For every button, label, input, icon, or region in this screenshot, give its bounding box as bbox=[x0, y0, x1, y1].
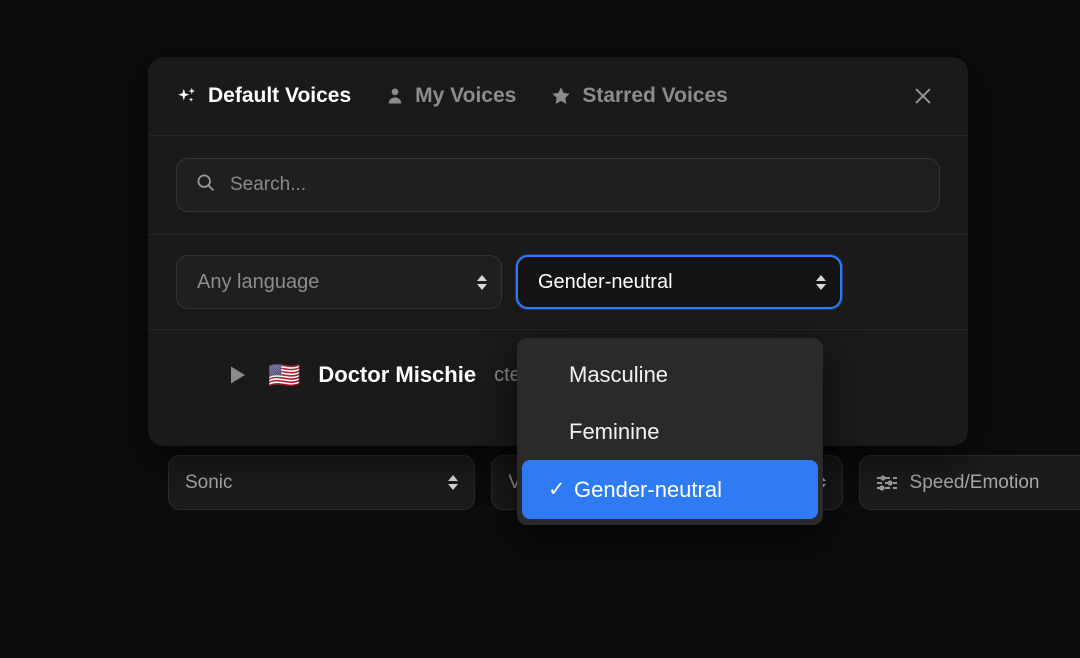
search-box[interactable] bbox=[176, 158, 940, 212]
flag-icon: 🇺🇸 bbox=[268, 362, 300, 388]
dropdown-option-label: Gender-neutral bbox=[574, 477, 722, 503]
app-background: Sonic V Speed/Emotion bbox=[0, 0, 1080, 658]
dropdown-option-gender-neutral[interactable]: ✓ Gender-neutral bbox=[522, 460, 818, 519]
stepper-icon bbox=[477, 275, 487, 290]
tab-default-voices[interactable]: Default Voices bbox=[176, 84, 351, 108]
gender-filter-select[interactable]: Gender-neutral bbox=[516, 255, 842, 309]
language-filter-select[interactable]: Any language bbox=[176, 255, 502, 309]
filter-area: Any language Gender-neutral bbox=[148, 235, 968, 330]
modal-tabbar: Default Voices My Voices Starred Vo bbox=[148, 57, 968, 136]
dropdown-option-label: Masculine bbox=[569, 362, 668, 388]
sparkles-icon bbox=[176, 85, 198, 107]
sliders-icon bbox=[876, 474, 898, 492]
tab-my-voices[interactable]: My Voices bbox=[385, 84, 516, 108]
dropdown-option-masculine[interactable]: Masculine bbox=[517, 346, 823, 403]
stepper-icon bbox=[448, 475, 458, 490]
tab-label: My Voices bbox=[415, 84, 516, 108]
gender-dropdown-menu: Masculine Feminine ✓ Gender-neutral bbox=[517, 338, 823, 525]
speed-emotion-label: Speed/Emotion bbox=[910, 472, 1040, 494]
speed-emotion-button[interactable]: Speed/Emotion bbox=[859, 455, 1080, 510]
model-select[interactable]: Sonic bbox=[168, 455, 475, 510]
model-select-value: Sonic bbox=[185, 472, 233, 494]
tab-label: Starred Voices bbox=[582, 84, 728, 108]
tab-label: Default Voices bbox=[208, 84, 351, 108]
search-icon bbox=[195, 172, 216, 198]
stepper-icon bbox=[816, 275, 826, 290]
check-icon: ✓ bbox=[548, 477, 568, 502]
dropdown-option-label: Feminine bbox=[569, 419, 659, 445]
search-area bbox=[148, 136, 968, 235]
language-filter-value: Any language bbox=[197, 271, 319, 294]
dropdown-option-feminine[interactable]: Feminine bbox=[517, 403, 823, 460]
voice-name: Doctor Mischie bbox=[318, 362, 476, 388]
star-icon bbox=[550, 85, 572, 107]
close-icon[interactable] bbox=[910, 83, 936, 109]
search-input[interactable] bbox=[228, 173, 921, 197]
gender-filter-value: Gender-neutral bbox=[538, 271, 673, 294]
tab-starred-voices[interactable]: Starred Voices bbox=[550, 84, 728, 108]
person-icon bbox=[385, 86, 405, 106]
play-icon[interactable] bbox=[224, 362, 250, 388]
